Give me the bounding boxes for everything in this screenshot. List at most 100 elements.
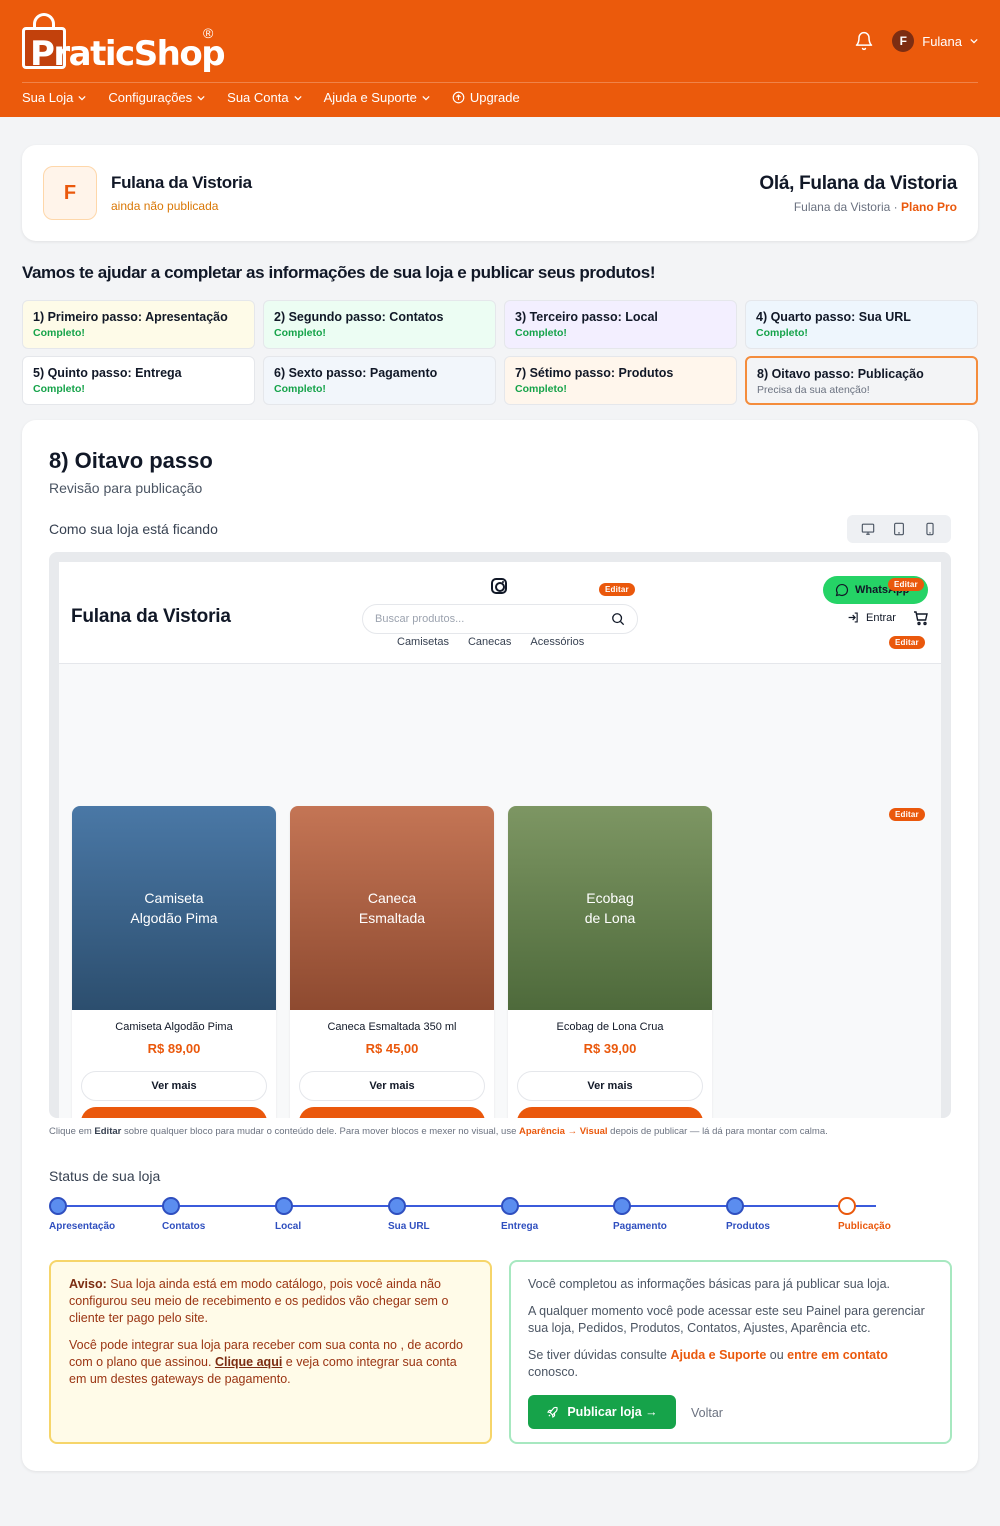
edit-products-badge[interactable]: Editar	[889, 808, 925, 821]
integration-link[interactable]: Clique aqui	[215, 1355, 282, 1369]
nav-ajuda-suporte[interactable]: Ajuda e Suporte	[324, 90, 430, 105]
step-sua-url[interactable]: 4) Quarto passo: Sua URL Completo!	[745, 300, 978, 349]
timeline-label: Pagamento	[613, 1221, 667, 1232]
nav-upgrade[interactable]: Upgrade	[452, 90, 520, 105]
step-local[interactable]: 3) Terceiro passo: Local Completo!	[504, 300, 737, 349]
desktop-icon[interactable]	[861, 522, 875, 536]
product-price: R$ 45,00	[365, 1041, 419, 1056]
timeline-label: Apresentação	[49, 1221, 116, 1232]
product-card[interactable]: Camiseta Algodão Pima Camiseta Algodão Pi…	[72, 806, 276, 1118]
step-heading: 8) Oitavo passo	[49, 448, 213, 473]
timeline-label: Local	[275, 1221, 302, 1232]
contact-link[interactable]: entre em contato	[787, 1348, 888, 1362]
buy-button[interactable]	[81, 1107, 267, 1118]
product-card[interactable]: Ecobag de Lona Ecobag de Lona Crua R$ 39,…	[508, 806, 712, 1118]
support-link[interactable]: Ajuda e Suporte	[670, 1348, 766, 1362]
status-heading: Status de sua loja	[49, 1168, 161, 1184]
step-pagamento[interactable]: 6) Sexto passo: Pagamento Completo!	[263, 356, 496, 405]
nav-configuracoes[interactable]: Configurações	[108, 90, 205, 105]
mobile-icon[interactable]	[923, 522, 937, 536]
edit-header-badge[interactable]: Editar	[889, 636, 925, 649]
chevron-down-icon	[970, 38, 978, 44]
user-menu[interactable]: F Fulana	[892, 30, 978, 52]
store-avatar: F	[43, 166, 97, 220]
view-more-button[interactable]: Ver mais	[299, 1071, 485, 1101]
top-header: PraticShop ® F Fulana Sua Loja Configura…	[0, 0, 1000, 117]
registered-mark: ®	[203, 25, 214, 41]
category-link[interactable]: Canecas	[468, 636, 511, 648]
chevron-down-icon	[197, 95, 205, 100]
step-entrega[interactable]: 5) Quinto passo: Entrega Completo!	[22, 356, 255, 405]
step-contatos[interactable]: 2) Segundo passo: Contatos Completo!	[263, 300, 496, 349]
nav-sua-conta[interactable]: Sua Conta	[227, 90, 302, 105]
step-apresentacao[interactable]: 1) Primeiro passo: Apresentação Completo!	[22, 300, 255, 349]
preview-header: Fulana da Vistoria Editar Buscar produto…	[59, 562, 941, 664]
brand-logo[interactable]: PraticShop ®	[22, 12, 226, 74]
product-name: Caneca Esmaltada 350 ml	[327, 1021, 457, 1033]
payment-warning: Aviso: Sua loja ainda está em modo catál…	[49, 1260, 492, 1444]
category-link[interactable]: Acessórios	[530, 636, 584, 648]
timeline-node-current[interactable]	[838, 1197, 856, 1215]
cart-icon[interactable]	[913, 610, 929, 626]
publish-review-card: 8) Oitavo passo Revisão para publicação …	[22, 420, 978, 1471]
edit-social-badge[interactable]: Editar	[599, 583, 635, 596]
timeline-node[interactable]	[275, 1197, 293, 1215]
preview-label: Como sua loja está ficando	[49, 521, 218, 537]
timeline-node[interactable]	[613, 1197, 631, 1215]
device-toggle	[847, 515, 951, 543]
product-price: R$ 39,00	[583, 1041, 637, 1056]
bell-icon[interactable]	[854, 31, 874, 51]
view-more-button[interactable]: Ver mais	[81, 1071, 267, 1101]
account-subtitle: Fulana da Vistoria · Plano Pro	[793, 200, 957, 214]
timeline-label: Sua URL	[388, 1221, 430, 1232]
arrow-up-circle-icon	[452, 91, 465, 104]
preview-search-input[interactable]: Buscar produtos...	[362, 604, 638, 634]
appearance-link[interactable]: Aparência → Visual	[519, 1126, 608, 1137]
whatsapp-icon	[835, 583, 849, 597]
main-nav: Sua Loja Configurações Sua Conta Ajuda e…	[22, 90, 520, 105]
brand-name: PraticShop	[30, 34, 226, 74]
store-status: ainda não publicada	[111, 199, 219, 213]
store-preview-frame: Fulana da Vistoria Editar Buscar produto…	[49, 552, 951, 1118]
category-link[interactable]: Camisetas	[397, 636, 449, 648]
avatar: F	[892, 30, 915, 52]
preview-categories: Camisetas Canecas Acessórios	[397, 636, 584, 648]
search-icon	[612, 613, 625, 626]
timeline-node[interactable]	[726, 1197, 744, 1215]
product-name: Camiseta Algodão Pima	[115, 1021, 233, 1033]
store-preview: Fulana da Vistoria Editar Buscar produto…	[59, 562, 941, 1118]
buy-button[interactable]	[517, 1107, 703, 1118]
timeline-label: Produtos	[726, 1221, 770, 1232]
timeline-node[interactable]	[501, 1197, 519, 1215]
publish-store-button[interactable]: Publicar loja →	[528, 1395, 676, 1429]
publish-panel: Você completou as informações básicas pa…	[509, 1260, 952, 1444]
store-profile-card: F Fulana da Vistoria ainda não publicada…	[22, 145, 978, 241]
step-produtos[interactable]: 7) Sétimo passo: Produtos Completo!	[504, 356, 737, 405]
login-icon	[848, 612, 858, 623]
status-timeline: Apresentação Contatos Local Sua URL Entr…	[49, 1197, 891, 1237]
tablet-icon[interactable]	[892, 522, 906, 536]
greeting: Olá, Fulana da Vistoria	[759, 173, 957, 194]
timeline-label: Entrega	[501, 1221, 539, 1232]
timeline-label-current: Publicação	[838, 1221, 891, 1232]
timeline-node[interactable]	[49, 1197, 67, 1215]
buy-button[interactable]	[299, 1107, 485, 1118]
login-link[interactable]: Entrar	[847, 611, 896, 624]
onboarding-title: Vamos te ajudar a completar as informaçõ…	[22, 263, 656, 282]
chevron-down-icon	[422, 95, 430, 100]
preview-store-name[interactable]: Fulana da Vistoria	[71, 606, 231, 628]
back-button[interactable]: Voltar	[691, 1405, 723, 1422]
rocket-icon	[547, 1406, 558, 1418]
timeline-node[interactable]	[388, 1197, 406, 1215]
plan-badge[interactable]: Plano Pro	[901, 200, 957, 214]
edit-hint: Clique em Editar sobre qualquer bloco pa…	[49, 1126, 828, 1137]
edit-whatsapp-badge[interactable]: Editar	[888, 578, 924, 591]
nav-sua-loja[interactable]: Sua Loja	[22, 90, 86, 105]
timeline-node[interactable]	[162, 1197, 180, 1215]
product-card[interactable]: Caneca Esmaltada Caneca Esmaltada 350 ml …	[290, 806, 494, 1118]
instagram-icon[interactable]	[491, 578, 507, 594]
user-name: Fulana	[922, 33, 962, 49]
product-image: Caneca Esmaltada	[290, 806, 494, 1010]
step-publicacao[interactable]: 8) Oitavo passo: Publicação Precisa da su…	[745, 356, 978, 405]
view-more-button[interactable]: Ver mais	[517, 1071, 703, 1101]
